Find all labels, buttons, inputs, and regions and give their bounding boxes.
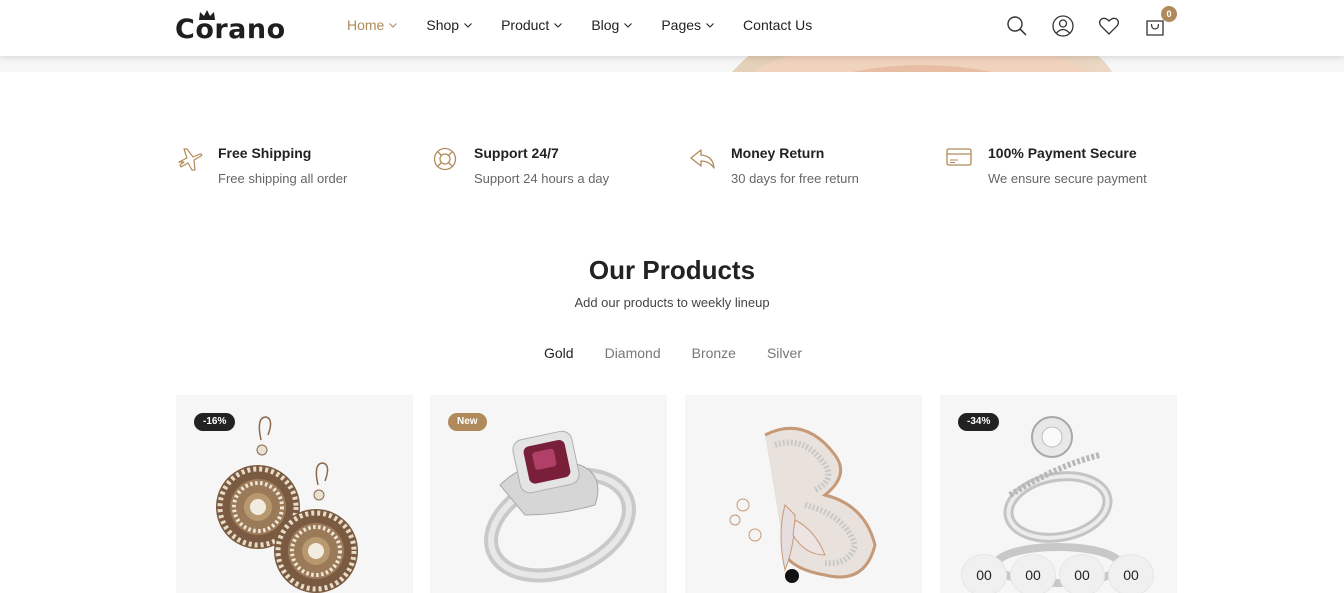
- airplane-icon: [178, 148, 203, 171]
- nav-item-label: Shop: [426, 17, 460, 33]
- nav-item-label: Pages: [661, 17, 702, 33]
- butterfly-brooch-image: [729, 426, 877, 579]
- discount-badge: -16%: [194, 413, 236, 431]
- product-card[interactable]: -16%: [176, 395, 413, 593]
- logo[interactable]: Corano: [175, 8, 295, 48]
- nav-item-home[interactable]: Home: [347, 17, 398, 33]
- countdown-seconds: 00: [1109, 555, 1153, 593]
- chevron-down-icon: [464, 22, 472, 28]
- nav-item-label: Home: [347, 17, 385, 33]
- product-card[interactable]: [685, 395, 922, 593]
- new-badge: New: [448, 413, 487, 431]
- user-icon[interactable]: [1051, 14, 1075, 38]
- nav-item-label: Contact Us: [743, 17, 813, 33]
- chevron-down-icon: [706, 22, 714, 28]
- tab-silver[interactable]: Silver: [767, 345, 802, 361]
- feature-desc: We ensure secure payment: [988, 171, 1147, 186]
- shopping-bag-icon[interactable]: 0: [1143, 6, 1177, 38]
- section-title: Our Products: [588, 255, 756, 285]
- section-subtitle: Add our products to weekly lineup: [574, 295, 770, 310]
- site-header: Corano Home Shop Product Blog Pages Cont…: [0, 0, 1344, 56]
- carousel-dot[interactable]: [785, 569, 799, 583]
- lifebuoy-icon: [433, 147, 457, 171]
- countdown-hours: 00: [1011, 555, 1055, 593]
- feature-desc: Free shipping all order: [218, 171, 348, 186]
- feature-desc: 30 days for free return: [731, 171, 859, 186]
- feature-desc: Support 24 hours a day: [474, 171, 610, 186]
- nav-item-label: Blog: [591, 17, 620, 33]
- tab-diamond[interactable]: Diamond: [605, 345, 661, 361]
- chevron-down-icon: [624, 22, 633, 28]
- countdown-days: 00: [962, 555, 1006, 593]
- chevron-down-icon: [389, 22, 398, 28]
- nav-item-contact-us[interactable]: Contact Us: [743, 17, 812, 33]
- nav-item-label: Product: [501, 17, 550, 33]
- cart-count-badge: 0: [1161, 6, 1177, 22]
- feature-title: Money Return: [731, 145, 825, 161]
- countdown-timer: 00 00 00 00: [962, 555, 1158, 593]
- header-actions: 0: [1005, 6, 1189, 38]
- feature-title: Support 24/7: [474, 145, 559, 161]
- logo-text: Corano: [175, 14, 286, 45]
- heart-icon[interactable]: [1097, 14, 1121, 38]
- chevron-down-icon: [554, 22, 563, 28]
- countdown-minutes: 00: [1060, 555, 1104, 593]
- tab-gold[interactable]: Gold: [544, 345, 574, 361]
- tab-bronze[interactable]: Bronze: [692, 345, 736, 361]
- product-card[interactable]: -34% 00 00 00 00: [940, 395, 1177, 593]
- return-arrow-icon: [690, 149, 715, 169]
- product-tabs: Gold Diamond Bronze Silver: [544, 345, 833, 361]
- discount-badge: -34%: [958, 413, 1000, 431]
- main-nav: Home Shop Product Blog Pages Contact Us: [347, 17, 841, 33]
- feature-title: 100% Payment Secure: [988, 145, 1137, 161]
- search-icon[interactable]: [1005, 14, 1029, 38]
- product-card[interactable]: New: [430, 395, 667, 593]
- credit-card-icon: [946, 148, 972, 166]
- feature-title: Free Shipping: [218, 145, 312, 161]
- nav-item-blog[interactable]: Blog: [591, 17, 633, 33]
- nav-item-product[interactable]: Product: [501, 17, 563, 33]
- nav-item-shop[interactable]: Shop: [426, 17, 472, 33]
- nav-item-pages[interactable]: Pages: [661, 17, 714, 33]
- features-row: Free Shipping Free shipping all order Su…: [176, 144, 1176, 194]
